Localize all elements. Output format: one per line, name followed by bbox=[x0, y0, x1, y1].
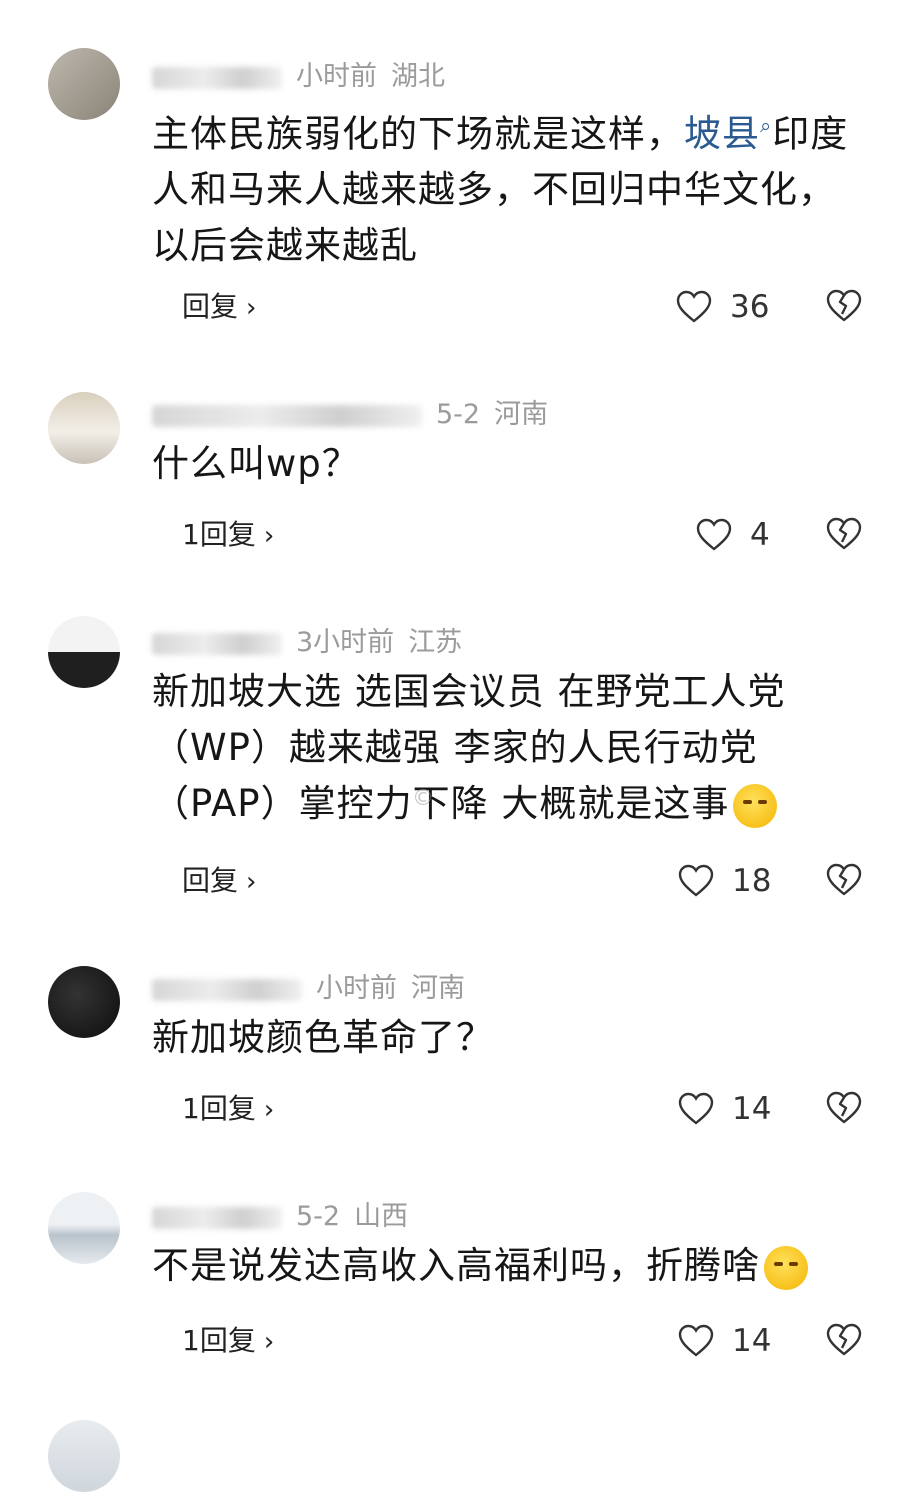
comment-region: 河南 bbox=[411, 973, 465, 1004]
chevron-right-icon: › bbox=[246, 867, 257, 897]
chevron-right-icon: › bbox=[263, 1095, 275, 1125]
username-blurred[interactable] bbox=[152, 1206, 282, 1229]
reply-button[interactable]: 回复 › bbox=[182, 856, 256, 907]
like-count: 4 bbox=[750, 517, 770, 553]
search-link[interactable]: 坡县⌕ bbox=[684, 112, 772, 155]
reply-button[interactable]: 1回复 › bbox=[182, 1084, 274, 1135]
comment-time: 小时前 bbox=[296, 61, 377, 92]
username-blurred[interactable] bbox=[152, 978, 302, 1001]
chevron-right-icon: › bbox=[263, 1327, 275, 1357]
comment-time: 5-2 bbox=[436, 399, 481, 430]
like-button[interactable]: 36 bbox=[676, 282, 769, 332]
comment-meta: 3小时前 江苏 bbox=[152, 620, 462, 659]
comment-text: 新加坡大选 选国会议员 在野党工人党（WP）越来越强 李家的人民行动党（PAP）… bbox=[152, 664, 852, 832]
username-blurred[interactable] bbox=[152, 632, 282, 655]
comment-meta: 5-2 山西 bbox=[152, 1194, 408, 1233]
heart-outline-icon[interactable] bbox=[678, 864, 714, 898]
comment-time: 小时前 bbox=[316, 973, 397, 1004]
reply-button[interactable]: 1回复 › bbox=[182, 510, 274, 561]
comment-region: 河南 bbox=[494, 399, 549, 430]
like-button[interactable]: 14 bbox=[678, 1316, 771, 1366]
broken-heart-icon[interactable] bbox=[826, 1090, 862, 1126]
avatar[interactable] bbox=[48, 392, 120, 464]
heart-outline-icon[interactable] bbox=[676, 290, 712, 324]
dislike-button[interactable] bbox=[826, 1090, 862, 1130]
dislike-button[interactable] bbox=[826, 288, 862, 328]
comment-text-body: 不是说发达高收入高福利吗，折腾啥 bbox=[152, 1244, 760, 1287]
dislike-button[interactable] bbox=[826, 862, 862, 902]
broken-heart-icon[interactable] bbox=[826, 862, 862, 898]
avatar[interactable] bbox=[48, 966, 120, 1038]
like-button[interactable]: 14 bbox=[678, 1084, 771, 1134]
chevron-right-icon: › bbox=[263, 521, 275, 551]
reply-label[interactable]: 回复 bbox=[182, 290, 238, 323]
reply-label[interactable]: 回复 bbox=[182, 864, 238, 897]
like-button[interactable]: 4 bbox=[696, 510, 770, 560]
broken-heart-icon[interactable] bbox=[826, 1322, 862, 1358]
sleepy-emoji bbox=[764, 1245, 808, 1290]
comment-text-part: 主体民族弱化的下场就是这样， bbox=[152, 112, 684, 156]
reply-button[interactable]: 回复 › bbox=[182, 282, 256, 333]
like-count: 36 bbox=[730, 289, 770, 325]
smirk-emoji bbox=[733, 783, 778, 828]
avatar[interactable] bbox=[48, 1420, 120, 1492]
heart-outline-icon[interactable] bbox=[678, 1324, 714, 1358]
search-icon[interactable]: ⌕ bbox=[760, 114, 772, 138]
reply-label[interactable]: 1回复 bbox=[182, 1324, 256, 1357]
like-button[interactable]: 18 bbox=[678, 856, 771, 906]
comment-meta: 小时前 湖北 bbox=[152, 54, 445, 93]
like-count: 14 bbox=[732, 1091, 772, 1127]
like-count: 18 bbox=[732, 863, 772, 899]
search-link-label[interactable]: 坡县 bbox=[684, 112, 760, 155]
dislike-button[interactable] bbox=[826, 1322, 862, 1362]
like-count: 14 bbox=[732, 1323, 772, 1359]
comment-text: 新加坡颜色革命了？ bbox=[152, 1016, 494, 1059]
comment-time: 5-2 bbox=[296, 1201, 341, 1232]
comment-text: 什么叫wp？ bbox=[152, 442, 360, 485]
avatar[interactable] bbox=[48, 48, 120, 120]
reply-label[interactable]: 1回复 bbox=[182, 1092, 256, 1125]
reply-button[interactable]: 1回复 › bbox=[182, 1316, 274, 1367]
comment-region: 江苏 bbox=[408, 627, 463, 658]
username-blurred[interactable] bbox=[152, 404, 422, 427]
reply-label[interactable]: 1回复 bbox=[182, 518, 256, 551]
comment-text: 不是说发达高收入高福利吗，折腾啥 bbox=[152, 1238, 872, 1294]
comment-text: 主体民族弱化的下场就是这样，坡县⌕印度人和马来人越来越多，不回归中华文化，以后会… bbox=[152, 98, 852, 274]
comment-region: 湖北 bbox=[391, 61, 445, 92]
comment-region: 山西 bbox=[354, 1201, 409, 1232]
broken-heart-icon[interactable] bbox=[826, 288, 862, 324]
comment-time: 3小时前 bbox=[296, 627, 395, 658]
heart-outline-icon[interactable] bbox=[696, 518, 732, 552]
avatar[interactable] bbox=[48, 616, 120, 688]
broken-heart-icon[interactable] bbox=[826, 516, 862, 552]
comment-meta: 小时前 河南 bbox=[152, 966, 465, 1005]
username-blurred[interactable] bbox=[152, 66, 282, 89]
comment-meta: 5-2 河南 bbox=[152, 392, 548, 431]
watermark: © bbox=[412, 786, 434, 811]
avatar[interactable] bbox=[48, 1192, 120, 1264]
comment-text-body: 新加坡大选 选国会议员 在野党工人党（WP）越来越强 李家的人民行动党（PAP）… bbox=[152, 670, 786, 825]
heart-outline-icon[interactable] bbox=[678, 1092, 714, 1126]
dislike-button[interactable] bbox=[826, 516, 862, 556]
chevron-right-icon: › bbox=[246, 293, 257, 323]
